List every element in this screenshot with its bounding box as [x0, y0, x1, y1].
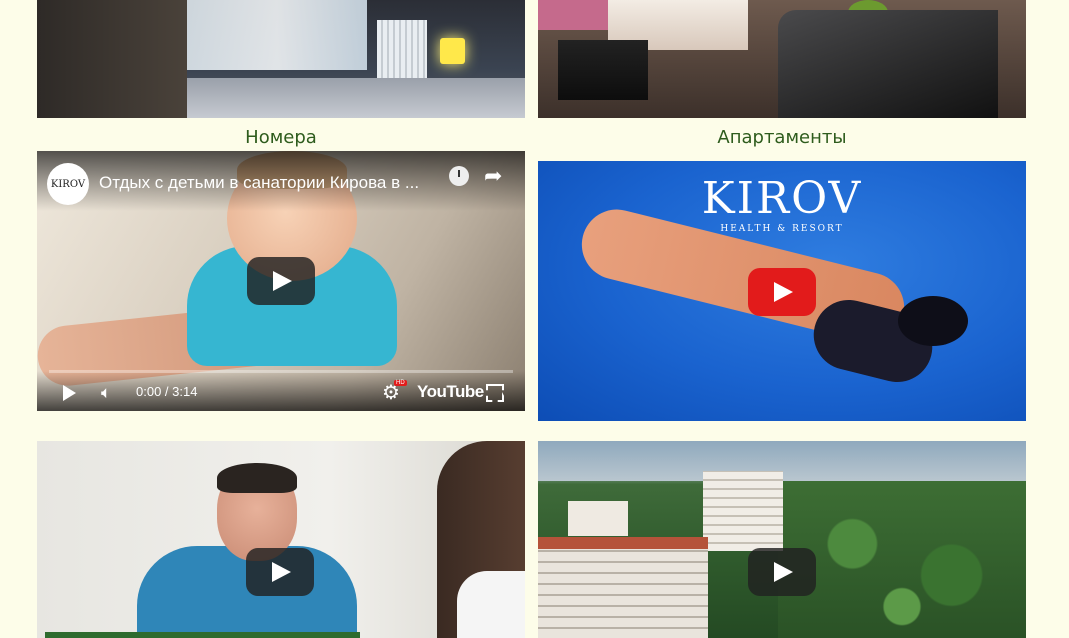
play-button[interactable]	[247, 257, 315, 305]
youtube-logo[interactable]: YouTube	[417, 382, 484, 402]
room-radiator	[377, 20, 427, 80]
thumbnail-green-bar	[45, 632, 360, 638]
thumbnail-sanatorium-building	[538, 541, 708, 638]
kirov-brand-tagline: HEALTH & RESORT	[720, 224, 844, 234]
room-wall	[37, 0, 187, 118]
play-button[interactable]	[748, 268, 816, 316]
play-button[interactable]	[748, 548, 816, 596]
play-icon[interactable]	[63, 385, 76, 401]
apartment-table	[558, 40, 648, 100]
thumbnail-roof	[538, 537, 708, 549]
video-player-swimmer[interactable]: KIROV HEALTH & RESORT	[538, 161, 1026, 421]
apartments-photo[interactable]	[538, 0, 1026, 118]
volume-icon[interactable]: 🔈︎	[101, 383, 111, 403]
video-title[interactable]: Отдых с детьми в санатории Кирова в ...	[99, 173, 449, 193]
room-lamp	[440, 38, 465, 64]
thumbnail-tower	[703, 471, 783, 551]
channel-logo[interactable]: KIROV	[47, 163, 89, 205]
apartment-sofa	[778, 10, 998, 118]
share-icon[interactable]: ➦	[484, 163, 502, 189]
video-player-doctor[interactable]	[37, 441, 525, 638]
apartment-wall-art	[538, 0, 608, 30]
progress-bar[interactable]	[49, 370, 513, 373]
video-player-aerial[interactable]	[538, 441, 1026, 638]
rooms-photo[interactable]	[37, 0, 525, 118]
video-thumbnail	[538, 441, 1026, 638]
time-display: 0:00 / 3:14	[136, 384, 198, 399]
room-curtain	[187, 0, 367, 70]
video-player-kids[interactable]: KIROV Отдых с детьми в санатории Кирова …	[37, 151, 525, 411]
rooms-caption-link[interactable]: Номера	[37, 127, 525, 148]
video-thumbnail	[37, 441, 525, 638]
thumbnail-building-small	[568, 501, 628, 536]
thumbnail-doctor-hair	[217, 463, 297, 493]
apartments-caption-link[interactable]: Апартаменты	[538, 127, 1026, 148]
thumbnail-patient-collar	[457, 571, 525, 638]
play-button[interactable]	[246, 548, 314, 596]
room-bed	[187, 78, 525, 118]
thumbnail-swimmer-hair	[898, 296, 968, 346]
hd-badge: HD	[394, 380, 407, 386]
kirov-brand-text: KIROV	[701, 173, 863, 224]
watch-later-icon[interactable]	[449, 166, 469, 186]
